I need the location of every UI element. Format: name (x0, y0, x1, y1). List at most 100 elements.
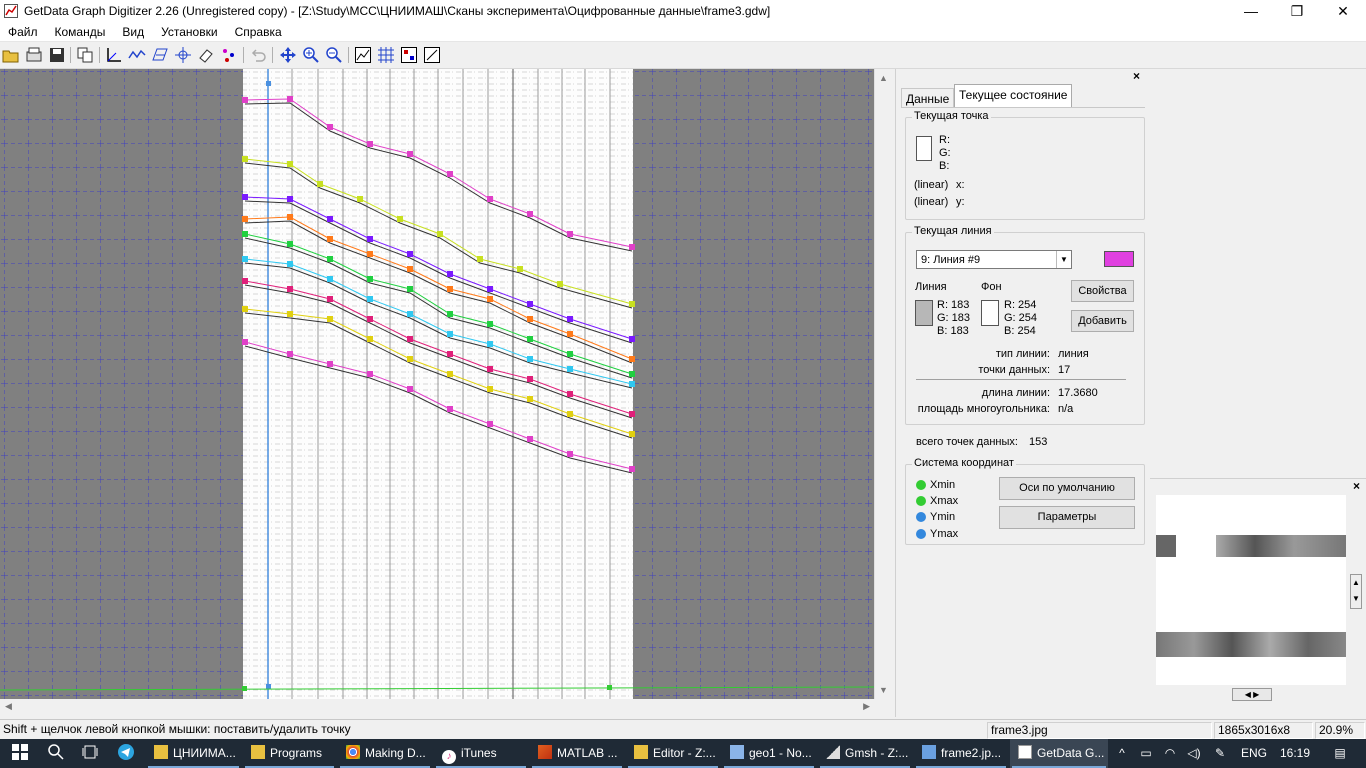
digitized-point[interactable] (487, 286, 493, 292)
copy-icon[interactable] (76, 46, 94, 64)
digitized-point[interactable] (487, 386, 493, 392)
digitized-point[interactable] (447, 371, 453, 377)
battery-icon[interactable]: ▭ (1134, 739, 1158, 768)
scroll-down-icon[interactable]: ▼ (879, 685, 888, 695)
menu-commands[interactable]: Команды (47, 23, 115, 41)
scan-icon[interactable] (25, 46, 43, 64)
scroll-up-icon[interactable]: ▲ (879, 73, 888, 83)
digitized-point[interactable] (242, 306, 248, 312)
digitized-point[interactable] (407, 151, 413, 157)
restore-button[interactable]: ❐ (1274, 0, 1320, 23)
menu-help[interactable]: Справка (227, 23, 291, 41)
digitized-point[interactable] (367, 336, 373, 342)
line-select[interactable]: 9: Линия #9 ▼ (916, 250, 1072, 269)
menu-view[interactable]: Вид (114, 23, 153, 41)
network-icon[interactable]: ◠ (1158, 739, 1182, 768)
digitized-point[interactable] (407, 356, 413, 362)
task-folder-cniimash[interactable]: ЦНИИМА... (146, 739, 241, 768)
digitized-point[interactable] (447, 171, 453, 177)
digitized-point[interactable] (242, 278, 248, 284)
digitized-point[interactable] (242, 97, 248, 103)
preview-nav[interactable]: ◀ ▶ (1232, 688, 1272, 701)
telegram-icon[interactable] (110, 739, 142, 768)
digitized-point[interactable] (327, 216, 333, 222)
digitized-point[interactable] (629, 381, 635, 387)
line-color-swatch[interactable] (1104, 251, 1134, 267)
digitized-point[interactable] (487, 321, 493, 327)
digitized-point[interactable] (629, 411, 635, 417)
preview-next-icon[interactable]: ▶ (1253, 690, 1259, 699)
properties-button[interactable]: Свойства (1071, 280, 1134, 302)
horizontal-scrollbar[interactable]: ◀ ▶ (0, 699, 874, 716)
digitized-point[interactable] (567, 316, 573, 322)
digitized-point[interactable] (327, 236, 333, 242)
digitized-point[interactable] (629, 336, 635, 342)
clock[interactable]: 16:19 (1274, 739, 1316, 768)
digitized-point[interactable] (287, 286, 293, 292)
preview-scroll[interactable]: ▲ ▼ (1350, 574, 1362, 609)
digitized-point[interactable] (447, 271, 453, 277)
digitized-point[interactable] (527, 301, 533, 307)
move-icon[interactable] (279, 46, 297, 64)
point-colors-icon[interactable] (400, 46, 418, 64)
digitized-point[interactable] (567, 391, 573, 397)
digitized-point[interactable] (287, 241, 293, 247)
menu-settings[interactable]: Установки (153, 23, 226, 41)
chevron-down-icon[interactable]: ▼ (1056, 251, 1071, 268)
digitized-point[interactable] (287, 96, 293, 102)
vertical-scrollbar[interactable]: ▲ ▼ (874, 69, 891, 699)
digitized-point[interactable] (487, 296, 493, 302)
digitized-point[interactable] (527, 356, 533, 362)
point-capture-icon[interactable] (220, 46, 238, 64)
digitized-point[interactable] (242, 156, 248, 162)
digitized-point[interactable] (287, 351, 293, 357)
digitized-point[interactable] (447, 311, 453, 317)
digitized-point[interactable] (407, 286, 413, 292)
axes-rect-icon[interactable] (423, 46, 441, 64)
digitized-point[interactable] (287, 196, 293, 202)
digitized-point[interactable] (397, 216, 403, 222)
digitized-point[interactable] (527, 396, 533, 402)
digitized-point[interactable] (447, 351, 453, 357)
digitized-point[interactable] (527, 436, 533, 442)
zoom-out-icon[interactable] (325, 46, 343, 64)
digitized-point[interactable] (327, 256, 333, 262)
digitized-point[interactable] (629, 244, 635, 250)
panel-close-icon[interactable]: × (1133, 69, 1140, 83)
digitized-point[interactable] (317, 181, 323, 187)
digitized-point[interactable] (407, 386, 413, 392)
eraser-icon[interactable] (197, 46, 215, 64)
graph-image[interactable] (0, 69, 874, 699)
tab-current-state[interactable]: Текущее состояние (954, 84, 1073, 108)
digitized-point[interactable] (327, 316, 333, 322)
undo-icon[interactable] (249, 46, 267, 64)
tab-data[interactable]: Данные (901, 88, 955, 108)
digitized-point[interactable] (567, 351, 573, 357)
pen-icon[interactable]: ✎ (1206, 739, 1234, 768)
digitized-point[interactable] (567, 231, 573, 237)
digitized-point[interactable] (447, 406, 453, 412)
task-view-icon[interactable] (74, 739, 106, 768)
scroll-left-icon[interactable]: ◀ (5, 701, 12, 712)
task-frame2[interactable]: frame2.jp... (914, 739, 1008, 768)
digitized-point[interactable] (629, 371, 635, 377)
digitized-point[interactable] (327, 276, 333, 282)
digitized-point[interactable] (447, 331, 453, 337)
digitized-point[interactable] (287, 261, 293, 267)
save-icon[interactable] (48, 46, 66, 64)
tray-chevron-up-icon[interactable]: ^ (1112, 739, 1132, 768)
menu-file[interactable]: Файл (0, 23, 47, 41)
digitized-point[interactable] (527, 376, 533, 382)
open-icon[interactable] (2, 46, 20, 64)
digitized-point[interactable] (629, 431, 635, 437)
task-gmsh[interactable]: Gmsh - Z:... (818, 739, 912, 768)
digitized-point[interactable] (527, 316, 533, 322)
notifications-icon[interactable]: ▤ (1320, 739, 1360, 768)
digitized-point[interactable] (567, 451, 573, 457)
digitized-point[interactable] (242, 256, 248, 262)
digitized-point[interactable] (242, 339, 248, 345)
digitized-point[interactable] (629, 356, 635, 362)
preview-close-icon[interactable]: × (1353, 479, 1360, 493)
digitized-point[interactable] (407, 336, 413, 342)
digitized-point[interactable] (407, 251, 413, 257)
